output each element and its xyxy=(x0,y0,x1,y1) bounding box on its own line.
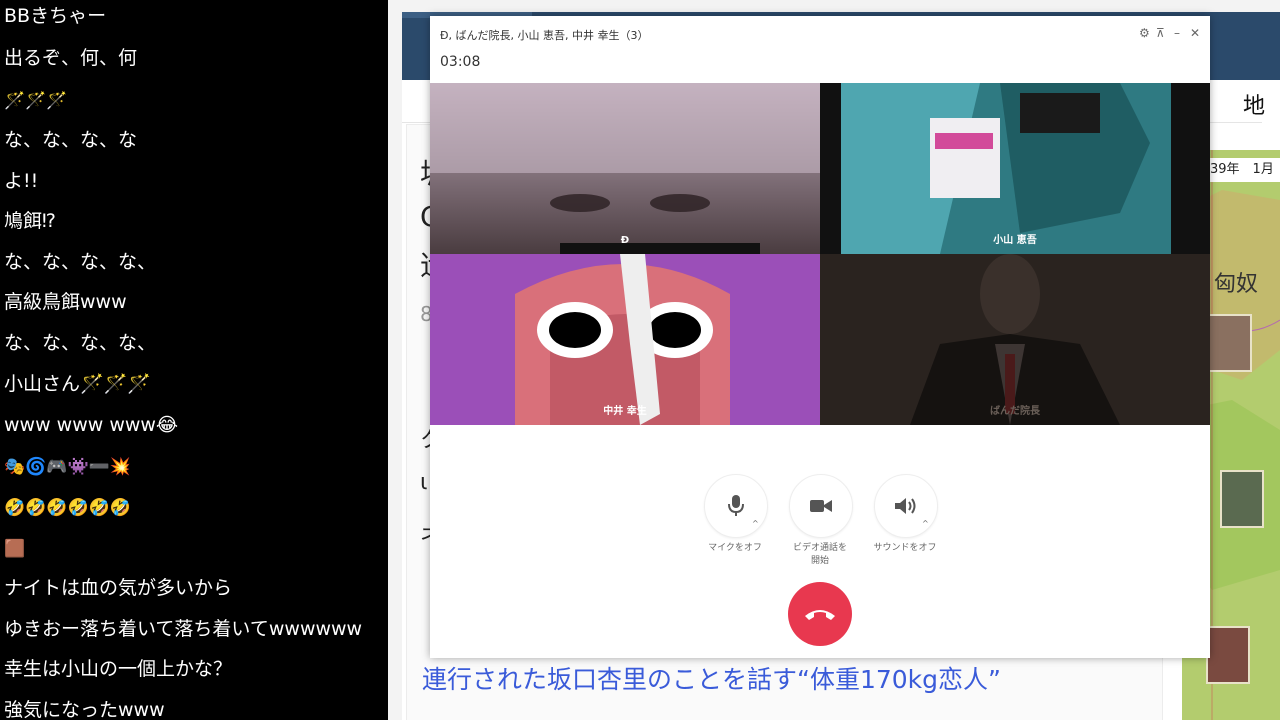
participant-video xyxy=(515,254,730,425)
call-title: Đ, ばんだ院長, 小山 恵吾, 中井 幸生（3） xyxy=(440,29,649,42)
chat-message: よ!! xyxy=(4,170,39,192)
article-text: ι xyxy=(420,470,428,495)
nav-text[interactable]: 地 xyxy=(1243,88,1265,120)
chat-message: な、な、な、な、 xyxy=(4,332,157,354)
chat-panel: BBきちゃー 出るぞ、何、何 🪄🪄🪄 な、な、な、な よ!! 鳩餌⁉ な、な、な… xyxy=(0,0,388,720)
video-grid: Đ 小山 恵吾 中井 幸生 ばんだ院長 xyxy=(430,83,1210,426)
hangup-icon xyxy=(805,610,835,620)
call-window: Đ, ばんだ院長, 小山 恵吾, 中井 幸生（3） 03:08 ⚙ ⊼ – ✕ … xyxy=(430,16,1210,658)
chat-message: 小山さん🪄🪄🪄 xyxy=(4,373,151,395)
map-date: 39年 1月 xyxy=(1206,158,1280,182)
participant-video xyxy=(430,83,820,254)
chevron-up-icon[interactable]: ^ xyxy=(922,519,929,528)
chat-message: 🟫 xyxy=(4,539,26,559)
mic-button[interactable] xyxy=(704,474,768,538)
close-icon[interactable]: ✕ xyxy=(1190,26,1200,40)
sound-label: サウンドをオフ xyxy=(873,543,937,553)
chat-message: BBきちゃー xyxy=(4,5,107,27)
gear-icon[interactable]: ⚙ xyxy=(1139,26,1150,40)
chat-message: 出るぞ、何、何 xyxy=(4,47,138,69)
chat-message: 強気になったwww xyxy=(4,699,165,720)
mic-label: マイクをオフ xyxy=(708,543,762,553)
video-label: 開始 xyxy=(810,556,829,566)
video-camera-icon xyxy=(810,500,832,512)
general-portrait[interactable] xyxy=(1208,314,1252,372)
participant-video xyxy=(910,254,1120,425)
general-portrait[interactable] xyxy=(1206,626,1250,684)
chat-message: な、な、な、な、 xyxy=(4,251,157,273)
call-timer: 03:08 xyxy=(440,54,481,70)
video-tile[interactable]: ばんだ院長 xyxy=(820,254,1210,425)
article-headline-link[interactable]: 連行された坂口杏里のことを話す“体重170kg恋人” xyxy=(422,660,1001,696)
video-tile[interactable]: 小山 恵吾 xyxy=(820,83,1210,254)
chevron-up-icon[interactable]: ^ xyxy=(752,519,759,528)
video-tile[interactable]: Đ xyxy=(430,83,820,254)
video-button[interactable] xyxy=(789,474,853,538)
chat-message: 幸生は小山の一個上かな？ xyxy=(4,658,233,680)
chat-message: www www www😂 xyxy=(4,414,179,436)
participant-video xyxy=(841,83,1171,254)
chat-message: 🪄🪄🪄 xyxy=(4,91,68,111)
chat-message: ナイトは血の気が多いから xyxy=(4,577,233,599)
hangup-button[interactable] xyxy=(788,582,852,646)
speaker-icon xyxy=(895,498,916,514)
participant-name: 小山 恵吾 xyxy=(993,235,1037,246)
participant-name: Đ xyxy=(620,235,630,246)
chat-message: 鳩餌⁉ xyxy=(4,210,56,232)
chat-message: な、な、な、な xyxy=(4,129,138,151)
general-portrait[interactable] xyxy=(1220,470,1264,528)
minimize-icon[interactable]: – xyxy=(1174,26,1180,40)
participant-name: 中井 幸生 xyxy=(603,406,647,417)
map-region-label: 匈奴 xyxy=(1214,272,1259,297)
chat-message: ゆきおー落ち着いて落ち着いてwwwwww xyxy=(4,618,363,640)
chat-message: 🤣🤣🤣🤣🤣🤣 xyxy=(4,498,132,518)
video-tile[interactable]: 中井 幸生 xyxy=(430,254,820,425)
video-label: ビデオ通話を xyxy=(792,543,847,553)
chat-message: 高級鳥餌www xyxy=(4,291,127,313)
mic-icon xyxy=(728,495,744,516)
pin-icon[interactable]: ⊼ xyxy=(1156,26,1165,40)
sound-button[interactable] xyxy=(874,474,938,538)
participant-name: ばんだ院長 xyxy=(990,406,1040,417)
chat-message: 🎭🌀🎮👾➖💥 xyxy=(4,457,132,477)
